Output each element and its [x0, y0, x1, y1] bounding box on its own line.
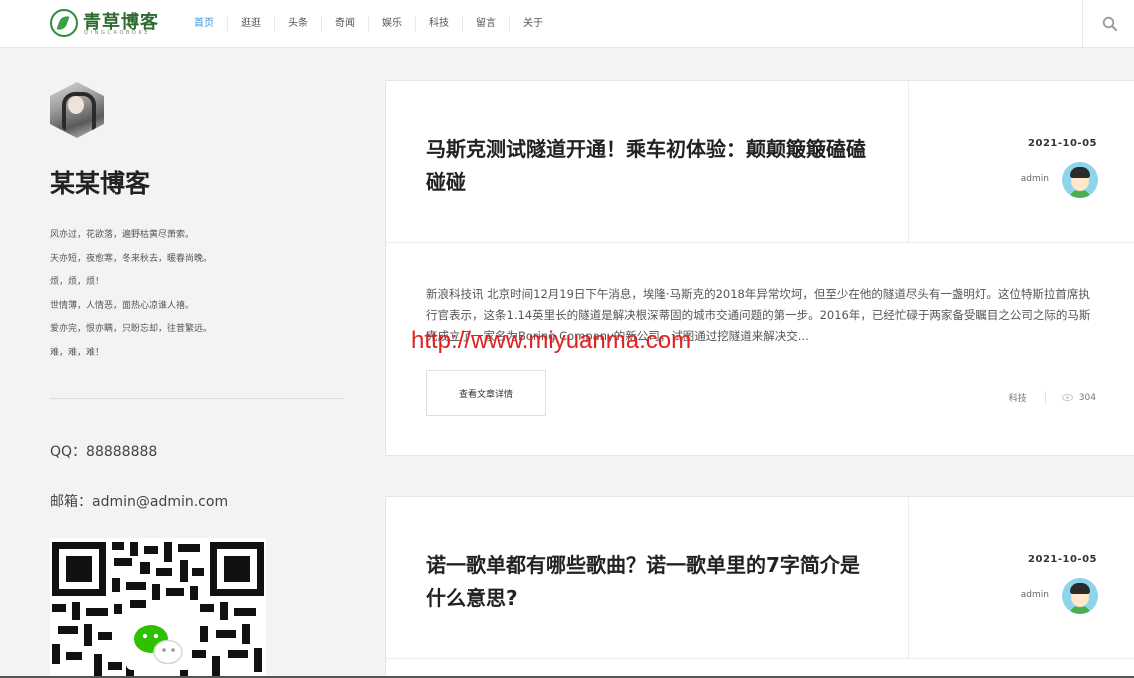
post-date: 2021-10-05	[1028, 554, 1097, 565]
search-icon	[1102, 16, 1117, 31]
leaf-logo-icon	[50, 9, 78, 37]
post-card-header: 诺一歌单都有哪些歌曲？诺一歌单里的7字简介是什么意思? 2021-10-05 a…	[386, 497, 1134, 659]
post-footer: 科技 304	[1009, 391, 1096, 404]
post-date: 2021-10-05	[1028, 138, 1097, 149]
post-card-header: 马斯克测试隧道开通！乘车初体验：颠颠簸簸磕磕碰碰 2021-10-05 admi…	[386, 81, 1134, 243]
wechat-qr-code	[50, 538, 266, 678]
sidebar-divider	[50, 398, 344, 399]
bio-line: 烦，烦，烦！	[50, 277, 105, 287]
bio-line: 爱亦完，恨亦瞒，只盼忘却，往昔繁远。	[50, 324, 213, 334]
bio-line: 风亦过，花欲落，遍野枯黄尽萧索。	[50, 230, 195, 240]
post-title[interactable]: 马斯克测试隧道开通！乘车初体验：颠颠簸簸磕磕碰碰	[426, 133, 866, 199]
search-button[interactable]	[1082, 0, 1134, 48]
view-count: 304	[1078, 392, 1096, 403]
logo-subtitle: QINGCAOBOKE	[84, 30, 151, 36]
nav-item-browse[interactable]: 逛逛	[227, 17, 274, 31]
qq-contact: QQ：88888888	[50, 444, 158, 460]
nav-item-about[interactable]: 关于	[509, 17, 556, 31]
post-card[interactable]: 诺一歌单都有哪些歌曲？诺一歌单里的7字简介是什么意思? 2021-10-05 a…	[385, 496, 1134, 678]
post-meta: 2021-10-05 admin	[908, 497, 1134, 659]
nav-item-tech[interactable]: 科技	[415, 17, 462, 31]
bio-line: 天亦短，夜愈寒，冬来秋去，暖春尚晚。	[50, 253, 213, 264]
post-author: admin	[1020, 590, 1049, 600]
site-logo[interactable]: 青草博客 QINGCAOBOKE	[50, 8, 160, 40]
top-navigation-bar: 青草博客 QINGCAOBOKE 首页 逛逛 头条 奇闻 娱乐 科技 留言 关于	[0, 0, 1134, 48]
post-category[interactable]: 科技	[1009, 391, 1046, 404]
bio-line: 难，难，难！	[50, 347, 105, 358]
nav-item-headlines[interactable]: 头条	[274, 17, 321, 31]
blog-bio: 风亦过，花欲落，遍野枯黄尽萧索。 天亦短，夜愈寒，冬来秋去，暖春尚晚。 烦，烦，…	[50, 224, 340, 365]
blogger-avatar	[50, 82, 104, 138]
author-avatar	[1062, 578, 1098, 614]
author-avatar	[1062, 162, 1098, 198]
email-contact: 邮箱：admin@admin.com	[50, 494, 229, 510]
post-title[interactable]: 诺一歌单都有哪些歌曲？诺一歌单里的7字简介是什么意思?	[426, 549, 866, 615]
main-nav: 首页 逛逛 头条 奇闻 娱乐 科技 留言 关于	[181, 0, 556, 48]
nav-item-oddities[interactable]: 奇闻	[321, 17, 368, 31]
post-card[interactable]: 马斯克测试隧道开通！乘车初体验：颠颠簸簸磕磕碰碰 2021-10-05 admi…	[385, 80, 1134, 456]
nav-item-home[interactable]: 首页	[181, 17, 227, 31]
eye-icon	[1061, 394, 1073, 401]
nav-item-entertainment[interactable]: 娱乐	[368, 17, 415, 31]
post-views: 304	[1061, 392, 1096, 403]
blog-name: 某某博客	[50, 169, 151, 198]
bio-line: 世情薄，人情恶，面热心凉谁人禧。	[50, 300, 195, 311]
qr-code-icon	[52, 542, 264, 678]
watermark-text: http://www.miyuanma.com	[411, 327, 692, 354]
read-more-button[interactable]: 查看文章详情	[426, 370, 546, 416]
post-author: admin	[1020, 174, 1049, 184]
post-meta: 2021-10-05 admin	[908, 81, 1134, 243]
nav-item-guestbook[interactable]: 留言	[462, 17, 509, 31]
